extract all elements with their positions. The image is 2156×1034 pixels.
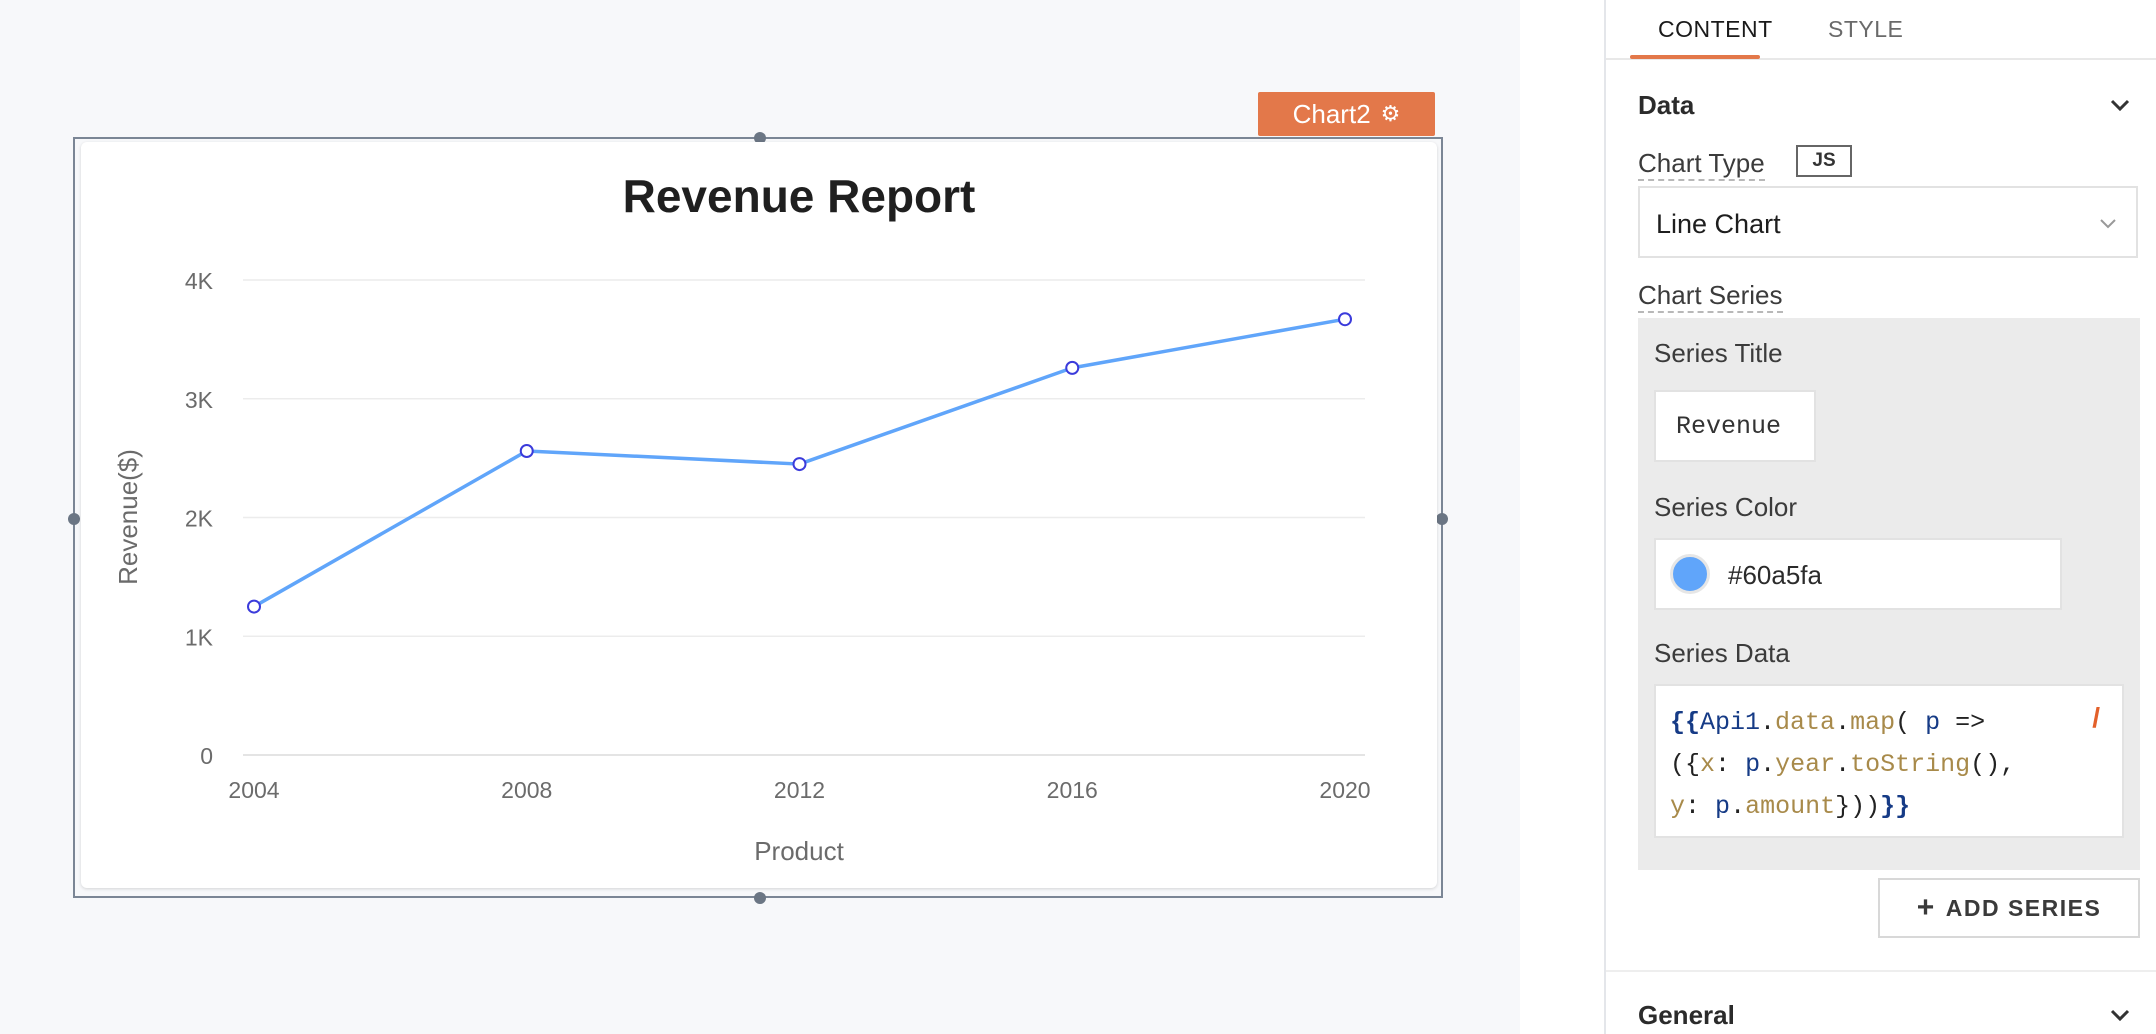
- series-data-code: {{Api1.data.map( p => ({x: p.year.toStrin…: [1670, 708, 2016, 821]
- series-title-value: Revenue: [1676, 412, 1782, 441]
- resize-handle-right[interactable]: [1436, 513, 1448, 525]
- chart-series-label: Chart Series: [1638, 280, 1783, 313]
- section-title-general[interactable]: General: [1638, 1000, 1735, 1031]
- slash-command-icon[interactable]: /: [2092, 702, 2100, 734]
- data-point: [247, 599, 261, 614]
- series-color-value: #60a5fa: [1728, 560, 1822, 590]
- tab-style[interactable]: STYLE: [1828, 16, 1903, 43]
- chart-type-label: Chart Type: [1638, 148, 1765, 181]
- data-point: [1338, 312, 1352, 327]
- chart-title: Revenue Report: [623, 170, 976, 222]
- add-series-label: ADD SERIES: [1945, 894, 2102, 921]
- data-point: [1065, 360, 1080, 375]
- resize-handle-bottom[interactable]: [754, 892, 766, 904]
- widget-name-tag[interactable]: Chart2 ⚙: [1258, 92, 1435, 136]
- gear-icon[interactable]: ⚙: [1381, 103, 1401, 125]
- canvas: Chart2 ⚙ Revenue Report 0 1K 2K 3K 4K 2004 2008…: [0, 0, 1520, 1034]
- plus-icon: +: [1916, 891, 1936, 924]
- chevron-down-icon[interactable]: [2108, 1003, 2132, 1027]
- active-tab-indicator: [1630, 55, 1760, 59]
- data-point: [519, 444, 534, 458]
- series-data-code-editor[interactable]: {{Api1.data.map( p => ({x: p.year.toStrin…: [1654, 684, 2124, 838]
- property-tabs: CONTENT STYLE: [1606, 0, 2156, 60]
- js-toggle-button[interactable]: JS: [1796, 145, 1852, 177]
- series-title-input[interactable]: Revenue: [1654, 390, 1816, 462]
- chevron-down-icon[interactable]: [2108, 93, 2132, 117]
- resize-handle-left[interactable]: [68, 513, 80, 525]
- widget-name: Chart2: [1292, 98, 1371, 129]
- color-swatch[interactable]: [1670, 554, 1710, 594]
- x-axis-label: Product: [754, 836, 844, 866]
- add-series-button[interactable]: + ADD SERIES: [1878, 878, 2140, 938]
- chart-type-select[interactable]: Line Chart: [1638, 186, 2138, 258]
- y-tick-label: 2K: [185, 506, 214, 532]
- x-tick-label: 2004: [228, 777, 279, 803]
- x-tick-label: 2016: [1047, 777, 1098, 803]
- series-color-label: Series Color: [1654, 492, 1798, 522]
- section-divider: [1606, 970, 2156, 972]
- line-chart: Revenue Report 0 1K 2K 3K 4K 2004 2008 2012 2016 2…: [113, 170, 1371, 866]
- y-tick-label: 1K: [185, 624, 214, 650]
- data-point: [792, 457, 807, 472]
- chart-widget[interactable]: Revenue Report 0 1K 2K 3K 4K 2004 2008 2012 2016 2…: [81, 142, 1437, 888]
- series-color-input[interactable]: #60a5fa: [1654, 538, 2062, 610]
- chevron-down-icon: [2098, 214, 2118, 239]
- x-tick-label: 2012: [774, 777, 825, 803]
- x-tick-label: 2020: [1319, 777, 1370, 803]
- series-data-label: Series Data: [1654, 638, 1790, 668]
- y-tick-label: 0: [200, 743, 213, 769]
- y-tick-label: 3K: [185, 387, 214, 413]
- tab-content[interactable]: CONTENT: [1658, 16, 1773, 43]
- section-title-data[interactable]: Data: [1638, 90, 1694, 121]
- chart-type-value: Line Chart: [1656, 209, 1781, 239]
- x-tick-label: 2008: [501, 777, 552, 803]
- series-editor: Series Title Revenue Series Color #60a5f…: [1638, 318, 2140, 870]
- y-axis-label: Revenue($): [113, 449, 143, 585]
- series-title-label: Series Title: [1654, 338, 1783, 368]
- y-tick-label: 4K: [185, 268, 214, 294]
- property-pane: CONTENT STYLE Data Chart Type JS Line Ch…: [1606, 0, 2156, 1034]
